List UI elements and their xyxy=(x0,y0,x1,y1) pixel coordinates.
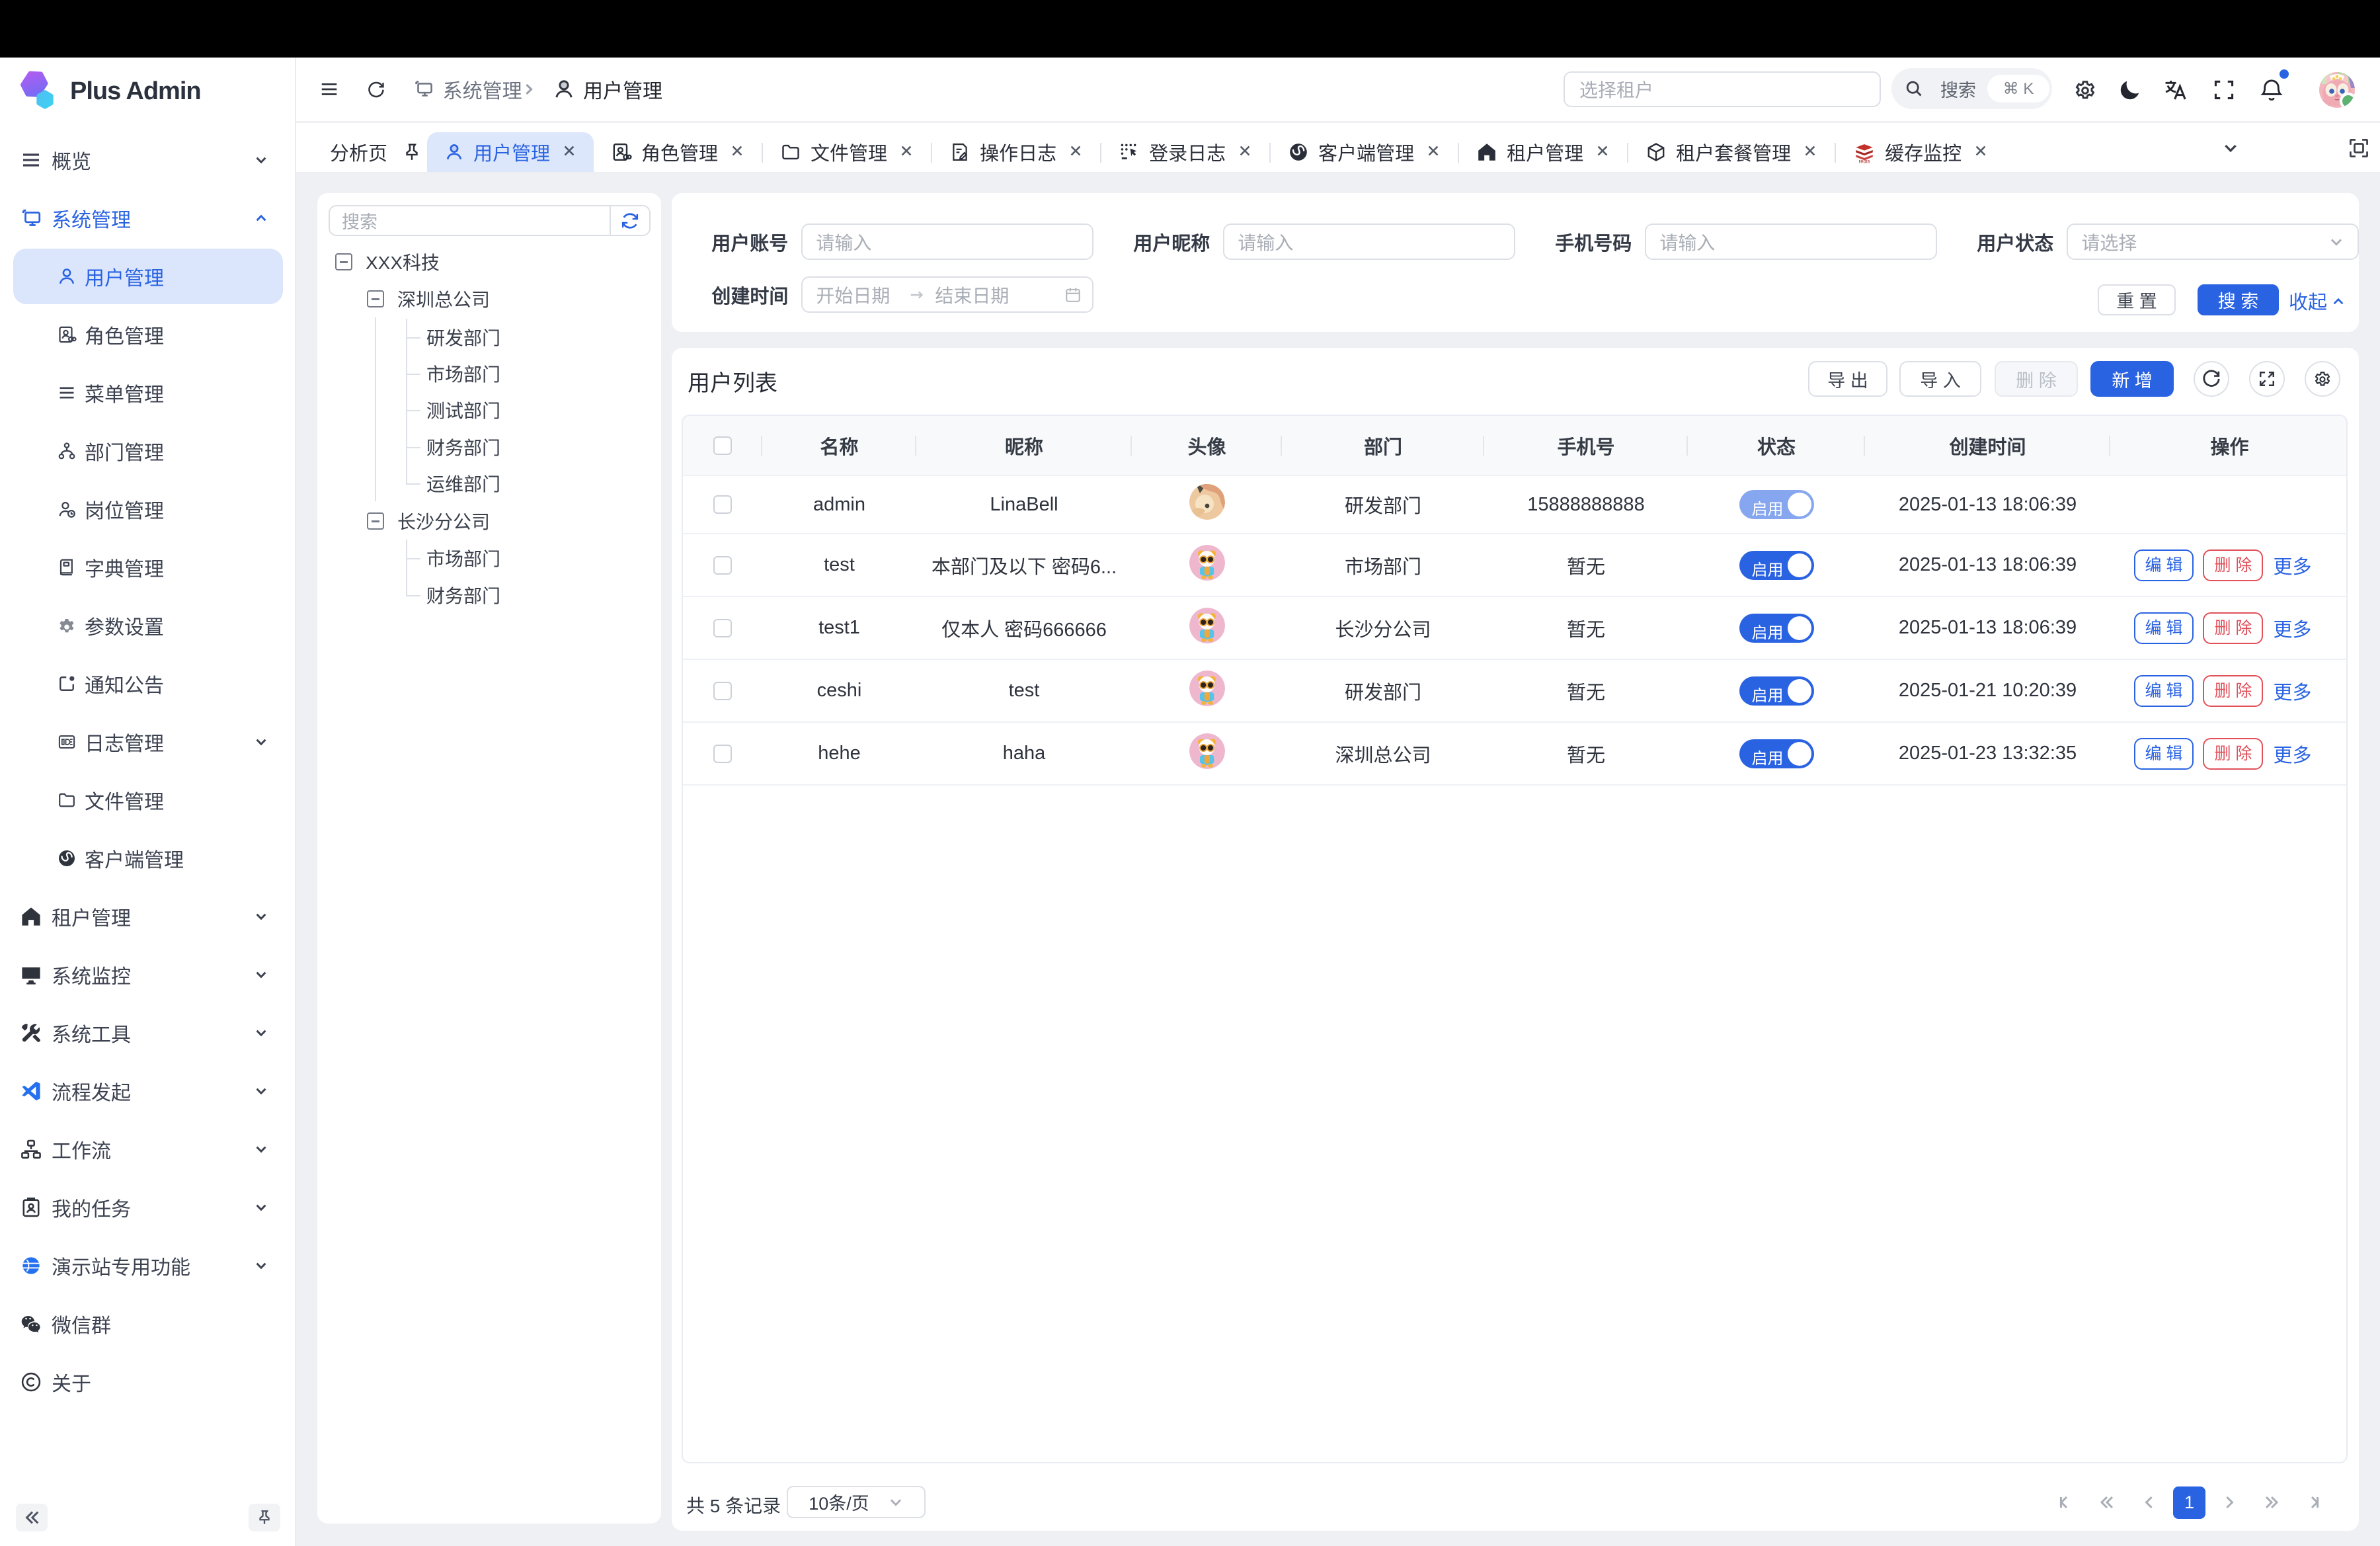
svg-text:redis: redis xyxy=(1859,158,1870,163)
